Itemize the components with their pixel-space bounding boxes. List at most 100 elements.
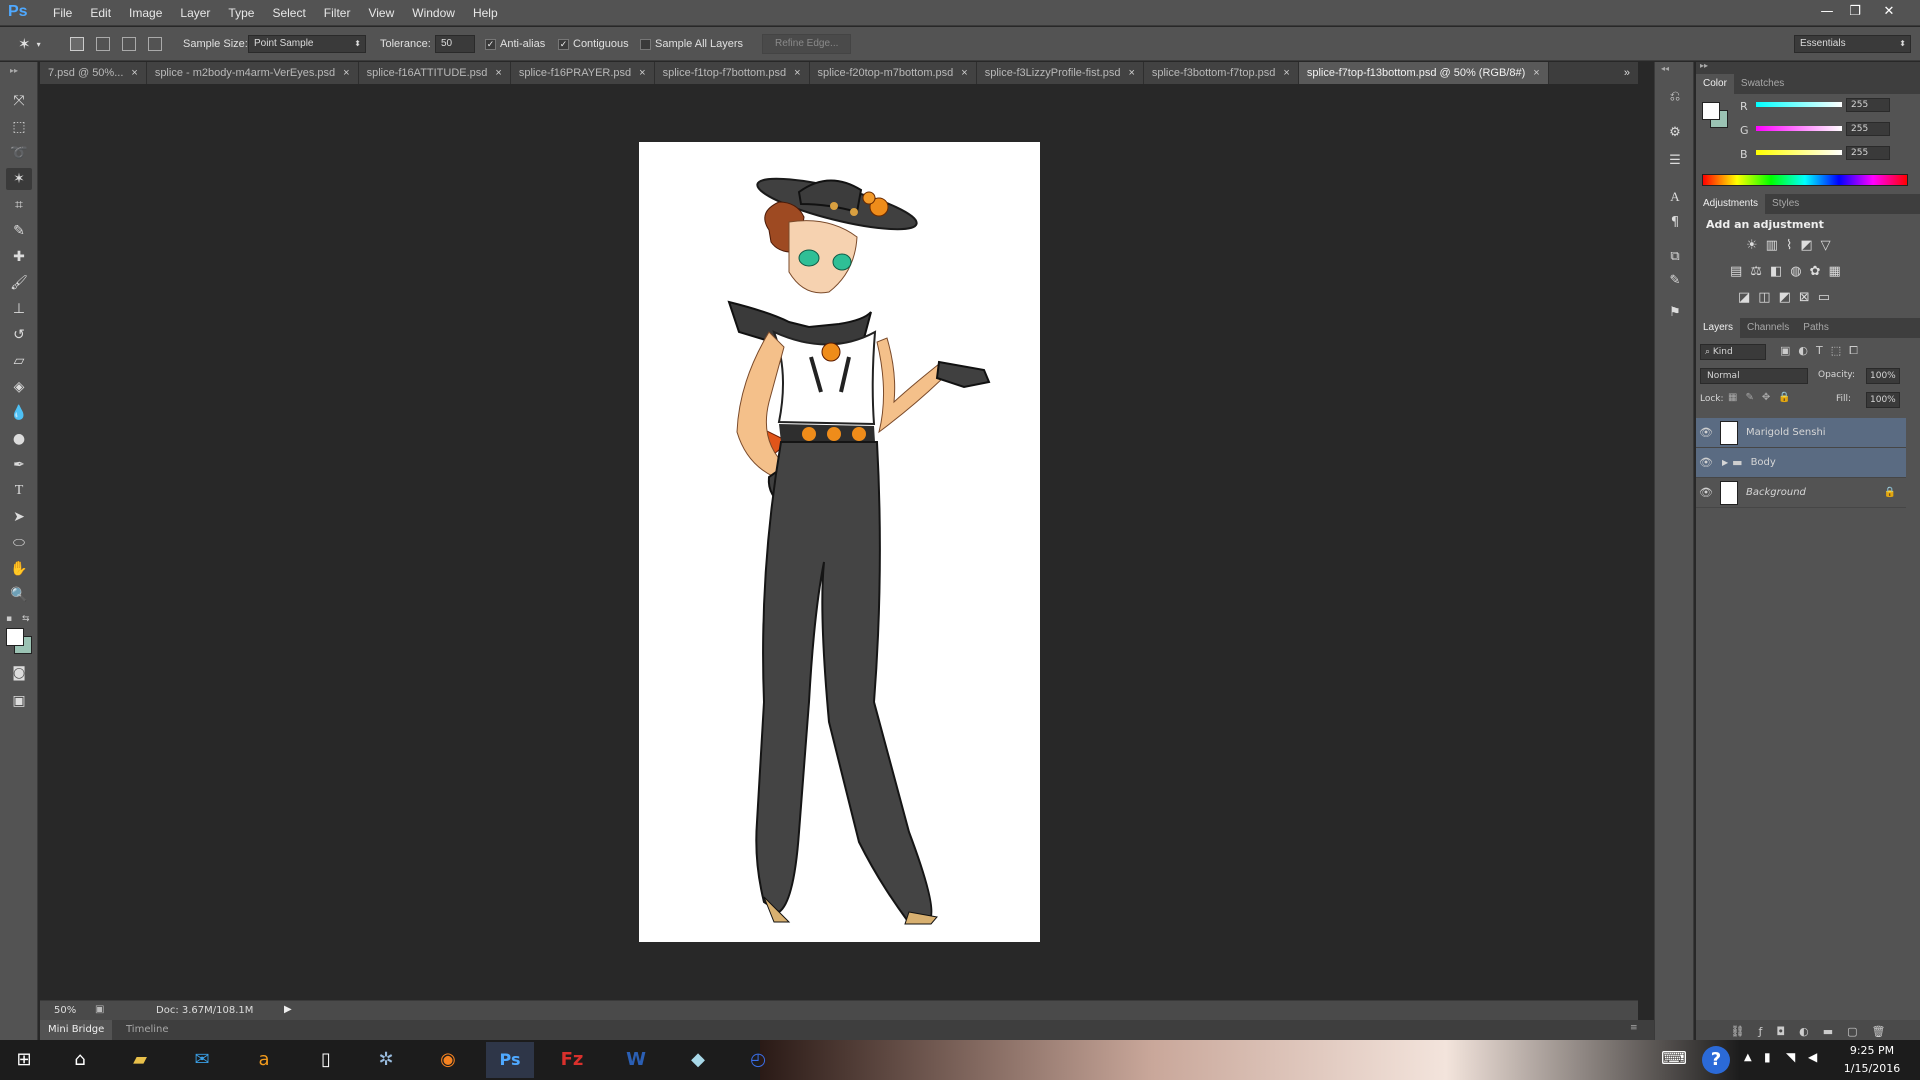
keyboard-icon[interactable]: ⌨ bbox=[1658, 1048, 1690, 1072]
new-group-icon[interactable]: ▬ bbox=[1823, 1025, 1833, 1038]
magic-wand-tool-icon[interactable]: ✶ bbox=[6, 168, 32, 190]
channel-mixer-icon[interactable]: ✿ bbox=[1810, 264, 1821, 279]
menu-type[interactable]: Type bbox=[219, 6, 263, 20]
doc-tab[interactable]: splice - m2body-m4arm-VerEyes.psd × bbox=[146, 62, 359, 84]
tool-presets-icon[interactable]: ✎ bbox=[1663, 270, 1687, 292]
doc-tab[interactable]: 7.psd @ 50%... × bbox=[40, 62, 147, 84]
quick-mask-icon[interactable]: ◙ bbox=[6, 662, 32, 684]
levels-icon[interactable]: ▥ bbox=[1766, 238, 1778, 253]
collapse-toolbar-icon[interactable]: ▸▸ bbox=[10, 66, 18, 75]
menu-file[interactable]: File bbox=[44, 6, 81, 20]
sample-all-layers-checkbox[interactable]: Sample All Layers bbox=[640, 27, 743, 61]
history-panel-icon[interactable]: ⎌ bbox=[1663, 86, 1687, 108]
red-slider[interactable] bbox=[1756, 102, 1842, 107]
expand-group-icon[interactable]: ▶ bbox=[1722, 458, 1728, 467]
color-lookup-icon[interactable]: ▦ bbox=[1829, 264, 1841, 279]
close-tab-icon[interactable]: × bbox=[1283, 62, 1289, 84]
status-menu-arrow-icon[interactable]: ▶ bbox=[284, 1004, 292, 1015]
tolerance-input[interactable]: 50 bbox=[435, 27, 475, 61]
blue-value-input[interactable]: 255 bbox=[1846, 146, 1890, 160]
menu-image[interactable]: Image bbox=[120, 6, 171, 20]
shape-filter-icon[interactable]: ⬚ bbox=[1831, 344, 1841, 358]
status-info-icon[interactable]: ▣ bbox=[95, 1004, 104, 1015]
menu-window[interactable]: Window bbox=[403, 6, 464, 20]
add-to-selection-icon[interactable] bbox=[96, 37, 110, 51]
contiguous-checkbox[interactable]: ✓ Contiguous bbox=[558, 27, 629, 61]
menu-edit[interactable]: Edit bbox=[81, 6, 120, 20]
paragraph-panel-icon[interactable]: ¶ bbox=[1663, 212, 1687, 234]
menu-filter[interactable]: Filter bbox=[315, 6, 360, 20]
menu-view[interactable]: View bbox=[359, 6, 403, 20]
menu-help[interactable]: Help bbox=[464, 6, 507, 20]
fill-input[interactable]: 100% bbox=[1866, 392, 1900, 408]
network-icon[interactable]: ✲ bbox=[362, 1042, 410, 1078]
close-tab-icon[interactable]: × bbox=[639, 62, 645, 84]
screen-mode-icon[interactable]: ▣ bbox=[6, 690, 32, 712]
dodge-tool-icon[interactable]: ● bbox=[6, 428, 32, 450]
zoom-tool-icon[interactable]: 🔍 bbox=[6, 584, 32, 606]
hue-saturation-icon[interactable]: ▤ bbox=[1730, 264, 1742, 279]
tab-mini-bridge[interactable]: Mini Bridge bbox=[40, 1020, 113, 1040]
tool-preset-picker[interactable]: ✶ ▾ bbox=[18, 27, 41, 61]
lock-all-icon[interactable]: 🔒 bbox=[1778, 392, 1790, 403]
show-hidden-icons-icon[interactable]: ▲ bbox=[1744, 1052, 1752, 1063]
opacity-input[interactable]: 100% bbox=[1866, 368, 1900, 384]
restore-button[interactable]: ❐ bbox=[1842, 2, 1868, 22]
new-selection-icon[interactable] bbox=[70, 37, 84, 51]
menu-select[interactable]: Select bbox=[263, 6, 314, 20]
lock-position-icon[interactable]: ✥ bbox=[1762, 392, 1770, 403]
document-icon[interactable]: ▯ bbox=[302, 1042, 350, 1078]
type-filter-icon[interactable]: T bbox=[1816, 344, 1823, 358]
blend-mode-dropdown[interactable]: Normal bbox=[1700, 368, 1808, 384]
panel-menu-icon[interactable]: ≡ bbox=[1630, 1023, 1638, 1033]
add-mask-icon[interactable]: ◘ bbox=[1776, 1025, 1785, 1038]
layer-name[interactable]: Background bbox=[1746, 487, 1806, 498]
close-window-button[interactable]: ✕ bbox=[1876, 2, 1902, 22]
lasso-tool-icon[interactable]: ➰ bbox=[6, 142, 32, 164]
green-value-input[interactable]: 255 bbox=[1846, 122, 1890, 136]
minimize-button[interactable]: — bbox=[1814, 2, 1840, 22]
start-button-icon[interactable]: ⊞ bbox=[0, 1042, 48, 1078]
doc-tab[interactable]: splice-f1top-f7bottom.psd × bbox=[654, 62, 810, 84]
color-spectrum[interactable] bbox=[1702, 174, 1908, 186]
help-icon[interactable]: ? bbox=[1702, 1046, 1730, 1074]
layer-row[interactable]: 👁 Background 🔒 bbox=[1696, 478, 1906, 508]
marquee-tool-icon[interactable]: ⬚ bbox=[6, 116, 32, 138]
brush-presets-icon[interactable]: ☰ bbox=[1663, 150, 1687, 172]
doc-tab[interactable]: splice-f20top-m7bottom.psd × bbox=[809, 62, 977, 84]
lock-transparency-icon[interactable]: ▦ bbox=[1728, 392, 1737, 403]
battery-icon[interactable]: ▮ bbox=[1764, 1050, 1771, 1064]
actions-panel-icon[interactable]: ⚑ bbox=[1663, 302, 1687, 324]
move-tool-icon[interactable]: ⤧ bbox=[6, 90, 32, 112]
eraser-tool-icon[interactable]: ▱ bbox=[6, 350, 32, 372]
close-tab-icon[interactable]: × bbox=[495, 62, 501, 84]
brush-tool-icon[interactable]: 🖌 bbox=[6, 272, 32, 294]
close-tab-icon[interactable]: × bbox=[1533, 62, 1539, 84]
posterize-icon[interactable]: ◫ bbox=[1758, 290, 1770, 305]
compass-icon[interactable]: ◴ bbox=[734, 1042, 782, 1078]
volume-icon[interactable]: ◀ bbox=[1808, 1050, 1817, 1064]
tab-adjustments[interactable]: Adjustments bbox=[1696, 194, 1766, 214]
doc-tab[interactable]: splice-f3LizzyProfile-fist.psd × bbox=[976, 62, 1144, 84]
fg-color-swatch[interactable] bbox=[1702, 102, 1720, 120]
vibrance-icon[interactable]: ▽ bbox=[1821, 238, 1831, 253]
amazon-icon[interactable]: a bbox=[240, 1042, 288, 1078]
file-explorer-icon[interactable]: ▰ bbox=[116, 1042, 164, 1078]
history-brush-tool-icon[interactable]: ↺ bbox=[6, 324, 32, 346]
exposure-icon[interactable]: ◩ bbox=[1800, 238, 1812, 253]
new-layer-icon[interactable]: ▢ bbox=[1847, 1025, 1857, 1038]
clone-stamp-tool-icon[interactable]: ⊥ bbox=[6, 298, 32, 320]
tabs-overflow-icon[interactable]: » bbox=[1616, 62, 1638, 84]
smart-object-filter-icon[interactable]: ⧠ bbox=[1849, 344, 1858, 358]
tab-styles[interactable]: Styles bbox=[1765, 194, 1806, 214]
zoom-level[interactable]: 50% bbox=[54, 1005, 90, 1016]
foreground-color-swatch[interactable] bbox=[6, 628, 24, 646]
doc-tab-active[interactable]: splice-f7top-f13bottom.psd @ 50% (RGB/8#… bbox=[1298, 62, 1549, 84]
home-icon[interactable]: ⌂ bbox=[56, 1042, 104, 1078]
layer-filter-kind-dropdown[interactable]: ⌕ Kind bbox=[1700, 344, 1766, 360]
photo-filter-icon[interactable]: ◍ bbox=[1790, 264, 1801, 279]
new-adjustment-icon[interactable]: ◐ bbox=[1799, 1025, 1809, 1038]
brightness-contrast-icon[interactable]: ☀ bbox=[1746, 238, 1758, 253]
wifi-icon[interactable]: ◥ bbox=[1786, 1050, 1795, 1064]
refine-edge-button[interactable]: Refine Edge... bbox=[762, 27, 852, 61]
